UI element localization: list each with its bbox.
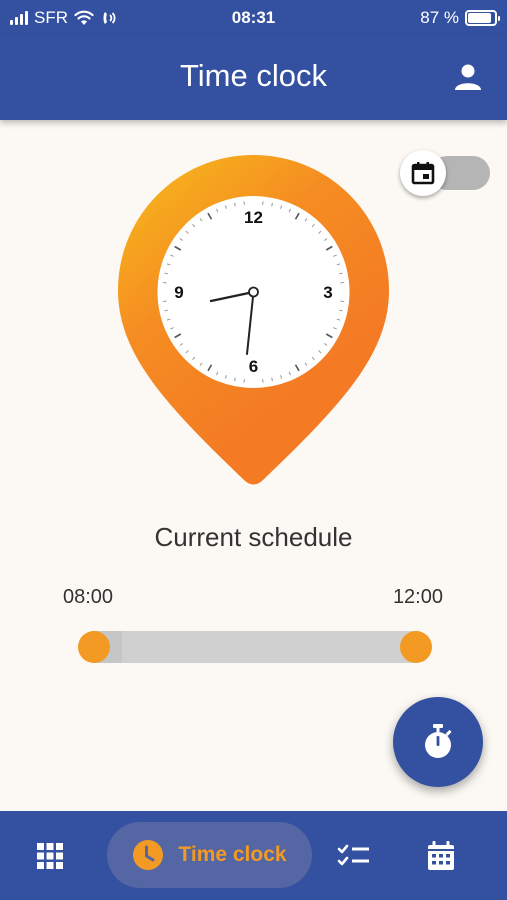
toggle-knob bbox=[400, 150, 446, 196]
page-title: Time clock bbox=[180, 58, 327, 93]
battery-level bbox=[468, 13, 491, 23]
clock-tick bbox=[234, 377, 236, 382]
status-bar: SFR 08:31 87 % bbox=[0, 0, 507, 36]
clock-tick bbox=[338, 272, 343, 275]
clock-tick bbox=[164, 272, 169, 275]
clock-icon bbox=[133, 840, 164, 870]
checklist-icon bbox=[337, 844, 369, 865]
stopwatch-icon bbox=[425, 724, 452, 758]
schedule-start-time: 08:00 bbox=[63, 586, 114, 608]
status-right: 87 % bbox=[420, 8, 500, 28]
slider-end-handle[interactable] bbox=[400, 631, 432, 663]
nav-item-apps[interactable] bbox=[22, 811, 78, 900]
calendar-icon bbox=[411, 162, 435, 185]
schedule-title: Current schedule bbox=[154, 522, 353, 552]
nav-item-tasks[interactable] bbox=[326, 811, 382, 900]
bottom-nav: Time clock bbox=[0, 811, 507, 900]
clock-number-3: 3 bbox=[323, 283, 332, 302]
battery-icon bbox=[465, 10, 500, 26]
clock-number-6: 6 bbox=[249, 357, 258, 376]
clock-number-9: 9 bbox=[174, 283, 183, 302]
clock-number-12: 12 bbox=[244, 208, 263, 227]
calendar-icon bbox=[428, 840, 454, 870]
clock-tick bbox=[234, 202, 236, 207]
clock-tick bbox=[338, 309, 343, 312]
clock-tick bbox=[164, 309, 169, 312]
clock-in-button[interactable] bbox=[393, 697, 483, 787]
clock-tick bbox=[271, 202, 273, 207]
battery-percent: 87 % bbox=[420, 8, 459, 27]
nav-item-calendar[interactable] bbox=[413, 811, 469, 900]
slider-track bbox=[92, 631, 418, 663]
nav-item-time-clock-label: Time clock bbox=[178, 843, 287, 866]
clock-pin: 12 3 6 9 bbox=[118, 155, 389, 485]
schedule-end-time: 12:00 bbox=[392, 586, 443, 608]
calendar-toggle[interactable] bbox=[400, 150, 490, 196]
nav-item-time-clock[interactable]: Time clock bbox=[107, 822, 312, 888]
schedule-slider[interactable] bbox=[78, 630, 432, 664]
slider-start-handle[interactable] bbox=[78, 631, 110, 663]
clock-center bbox=[248, 286, 259, 298]
profile-icon[interactable] bbox=[453, 62, 483, 92]
clock-tick bbox=[271, 377, 273, 382]
app-bar: Time clock bbox=[0, 36, 507, 120]
grid-icon bbox=[37, 842, 63, 869]
